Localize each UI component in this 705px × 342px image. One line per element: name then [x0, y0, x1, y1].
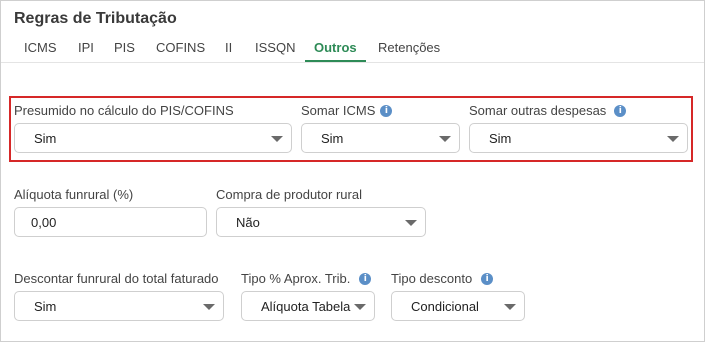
somar-icms-label: Somar ICMS i — [301, 103, 393, 118]
tab-icms[interactable]: ICMS — [24, 40, 57, 60]
aliquota-funrural-value: 0,00 — [31, 215, 57, 230]
tipo-aprox-value: Alíquota Tabela — [261, 299, 351, 314]
aliquota-funrural-input[interactable]: 0,00 — [14, 207, 207, 237]
info-icon[interactable]: i — [359, 272, 372, 285]
chevron-down-icon — [203, 304, 215, 310]
somar-icms-value: Sim — [321, 131, 344, 146]
tab-ipi[interactable]: IPI — [78, 40, 94, 60]
tipo-aprox-select[interactable]: Alíquota Tabela — [241, 291, 375, 321]
tipo-aprox-label: Tipo % Aprox. Trib. i — [241, 271, 372, 286]
tipo-desconto-label-text: Tipo desconto — [391, 271, 473, 286]
tab-cofins[interactable]: COFINS — [156, 40, 205, 60]
descontar-funrural-label-text: Descontar funrural do total faturado — [14, 271, 219, 286]
tab-pis[interactable]: PIS — [114, 40, 135, 60]
compra-produtor-select[interactable]: Não — [216, 207, 426, 237]
chevron-down-icon — [271, 136, 283, 142]
presumido-value: Sim — [34, 131, 57, 146]
chevron-down-icon — [354, 304, 366, 310]
panel-title: Regras de Tributação — [14, 10, 177, 27]
tab-outros[interactable]: Outros — [305, 40, 366, 63]
tipo-aprox-label-text: Tipo % Aprox. Trib. — [241, 271, 351, 286]
descontar-funrural-label: Descontar funrural do total faturado — [14, 271, 219, 286]
tipo-desconto-label: Tipo desconto i — [391, 271, 494, 286]
tab-issqn[interactable]: ISSQN — [255, 40, 295, 60]
chevron-down-icon — [667, 136, 679, 142]
aliquota-funrural-label: Alíquota funrural (%) — [14, 187, 133, 202]
presumido-select[interactable]: Sim — [14, 123, 292, 153]
descontar-funrural-select[interactable]: Sim — [14, 291, 224, 321]
chevron-down-icon — [405, 220, 417, 226]
tab-retencoes[interactable]: Retenções — [378, 40, 440, 60]
chevron-down-icon — [439, 136, 451, 142]
somar-outras-select[interactable]: Sim — [469, 123, 688, 153]
info-icon[interactable]: i — [481, 272, 494, 285]
tab-ii[interactable]: II — [225, 40, 232, 60]
info-icon[interactable]: i — [614, 104, 627, 117]
tipo-desconto-select[interactable]: Condicional — [391, 291, 525, 321]
aliquota-funrural-label-text: Alíquota funrural (%) — [14, 187, 134, 202]
compra-produtor-value: Não — [236, 215, 260, 230]
compra-produtor-label: Compra de produtor rural — [216, 187, 362, 202]
somar-icms-select[interactable]: Sim — [301, 123, 460, 153]
chevron-down-icon — [504, 304, 516, 310]
compra-produtor-label-text: Compra de produtor rural — [216, 187, 362, 202]
tab-divider — [1, 62, 704, 63]
tipo-desconto-value: Condicional — [411, 299, 479, 314]
info-icon[interactable]: i — [380, 104, 393, 117]
somar-outras-value: Sim — [489, 131, 512, 146]
somar-outras-label-text: Somar outras despesas — [469, 103, 607, 118]
somar-icms-label-text: Somar ICMS — [301, 103, 376, 118]
tax-rules-panel: Regras de Tributação ICMS IPI PIS COFINS… — [0, 0, 705, 342]
presumido-label: Presumido no cálculo do PIS/COFINS — [14, 103, 234, 118]
descontar-funrural-value: Sim — [34, 299, 57, 314]
presumido-label-text: Presumido no cálculo do PIS/COFINS — [14, 103, 234, 118]
somar-outras-label: Somar outras despesas i — [469, 103, 627, 118]
